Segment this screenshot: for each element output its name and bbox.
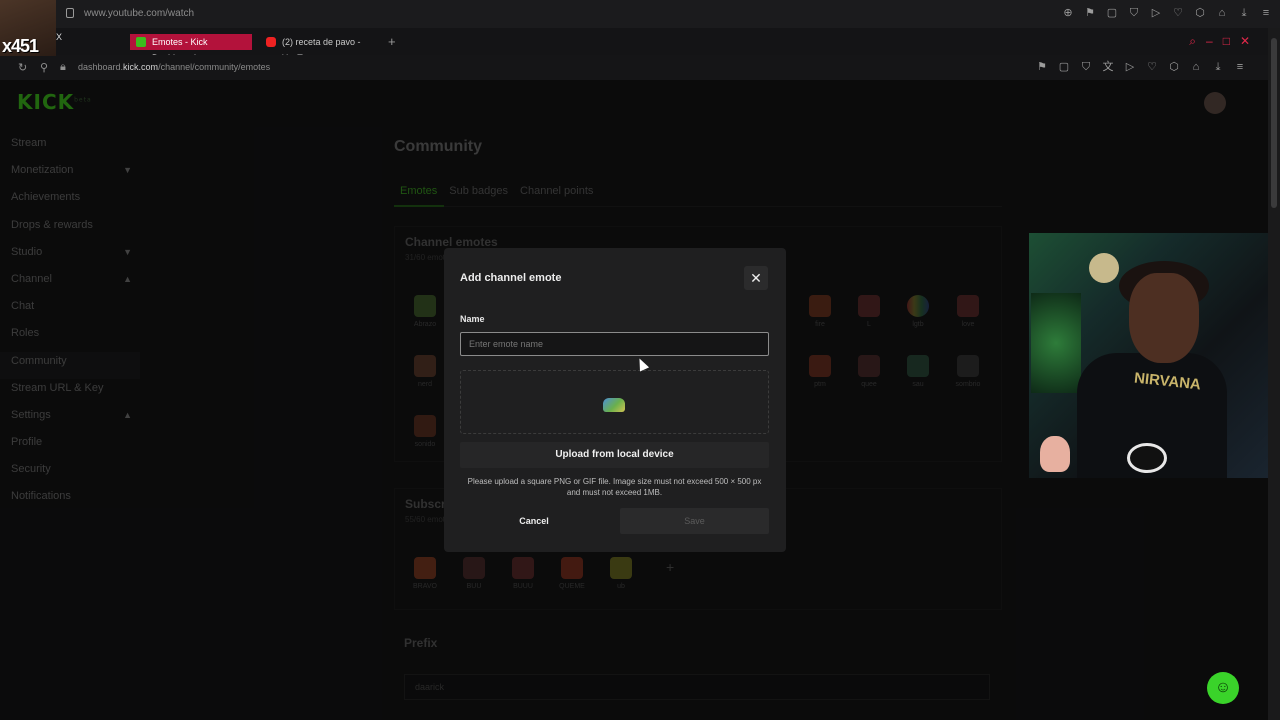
new-tab-icon[interactable]: + — [388, 34, 396, 49]
maximize-icon[interactable]: □ — [1223, 34, 1230, 49]
emote-name-input[interactable] — [460, 332, 769, 356]
streamer-overlay-cam: x451 — [0, 0, 56, 56]
browser-toolbar-icons: ⊕ ⚑ ▢ ⛉ ▷ ♡ ⬡ ⌂ ⤓ ≡ — [1062, 7, 1272, 19]
lamp — [1089, 253, 1119, 283]
play-icon[interactable]: ▷ — [1150, 7, 1162, 19]
bookmark-icon[interactable]: ⚑ — [1036, 61, 1048, 73]
upload-button[interactable]: Upload from local device — [460, 442, 769, 468]
modal-title: Add channel emote — [460, 272, 562, 284]
download-icon[interactable]: ⤓ — [1212, 61, 1224, 73]
search-icon[interactable]: ⌕ — [1189, 34, 1196, 49]
christmas-tree — [1031, 293, 1081, 393]
tab-kick-dashboard[interactable]: Emotes - Kick Dashboard — [130, 34, 252, 63]
cancel-button[interactable]: Cancel — [460, 508, 608, 534]
add-emote-modal: Add channel emote ✕ Name Upload from loc… — [444, 248, 786, 552]
site-settings-icon[interactable]: ⚲ — [40, 61, 48, 74]
name-label: Name — [460, 314, 485, 324]
heart-icon[interactable]: ♡ — [1146, 61, 1158, 73]
close-window-icon[interactable]: ✕ — [1240, 34, 1250, 49]
outer-url[interactable]: www.youtube.com/watch — [84, 8, 194, 19]
shield-icon[interactable]: ⛉ — [1080, 61, 1092, 73]
address-bar: ↻ ⚲ 🔒︎ dashboard.kick.com/channel/commun… — [0, 55, 1280, 80]
play-icon[interactable]: ▷ — [1124, 61, 1136, 73]
menu-icon[interactable]: ≡ — [1234, 61, 1246, 73]
address-bar-icons: ⚑ ▢ ⛉ 文 ▷ ♡ ⬡ ⌂ ⤓ ≡ — [1036, 61, 1246, 73]
save-button[interactable]: Save — [620, 508, 769, 534]
scrollbar-thumb[interactable] — [1271, 38, 1277, 208]
upload-dropzone[interactable] — [460, 370, 769, 434]
window-controls: ⌕ – □ ✕ — [1189, 34, 1250, 49]
sticker-icon — [1040, 436, 1070, 472]
reload-icon[interactable]: ↻ — [18, 61, 27, 74]
tab-youtube[interactable]: (2) receta de pavo - YouT — [260, 34, 380, 63]
viewer-count: x451 — [2, 36, 39, 56]
extensions-icon[interactable]: ⬡ — [1194, 7, 1206, 19]
download-icon[interactable]: ⤓ — [1238, 7, 1250, 19]
minimize-icon[interactable]: – — [1206, 34, 1213, 49]
wallet-icon[interactable]: ⌂ — [1216, 7, 1228, 19]
tab-bar: X Emotes - Kick Dashboard (2) receta de … — [56, 28, 1280, 63]
lock-icon — [66, 8, 74, 18]
chat-support-icon[interactable]: ☺ — [1207, 672, 1239, 704]
zoom-icon[interactable]: ⊕ — [1062, 7, 1074, 19]
scrollbar[interactable] — [1268, 28, 1280, 720]
address-input[interactable]: dashboard.kick.com/channel/community/emo… — [78, 62, 270, 72]
wallet-icon[interactable]: ⌂ — [1190, 61, 1202, 73]
screenshot-icon[interactable]: ▢ — [1106, 7, 1118, 19]
youtube-favicon-icon — [266, 37, 276, 47]
heart-icon[interactable]: ♡ — [1172, 7, 1184, 19]
close-icon[interactable]: X — [56, 32, 62, 42]
browser-topbar: www.youtube.com/watch ⊕ ⚑ ▢ ⛉ ▷ ♡ ⬡ ⌂ ⤓ … — [0, 0, 1280, 28]
upload-hint: Please upload a square PNG or GIF file. … — [467, 477, 762, 497]
kick-favicon-icon — [136, 37, 146, 47]
extensions-icon[interactable]: ⬡ — [1168, 61, 1180, 73]
close-icon[interactable]: ✕ — [744, 266, 768, 290]
lock-icon: 🔒︎ — [60, 61, 66, 73]
bookmark-icon[interactable]: ⚑ — [1084, 7, 1096, 19]
shield-icon[interactable]: ⛉ — [1128, 7, 1140, 19]
translate-icon[interactable]: 文 — [1102, 61, 1114, 73]
image-upload-icon — [603, 398, 625, 412]
mug — [1127, 443, 1167, 473]
screenshot-icon[interactable]: ▢ — [1058, 61, 1070, 73]
head — [1129, 273, 1199, 363]
menu-icon[interactable]: ≡ — [1260, 7, 1272, 19]
